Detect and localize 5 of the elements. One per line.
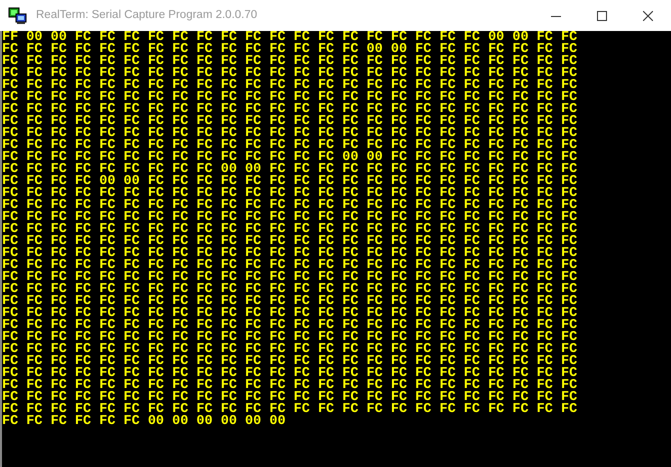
terminal-line: FC FC FC FC FC FC 00 00 00 00 00 00 xyxy=(2,414,286,429)
window-title: RealTerm: Serial Capture Program 2.0.0.70 xyxy=(36,8,258,23)
maximize-icon xyxy=(597,10,607,20)
close-icon xyxy=(643,10,653,20)
app-icon xyxy=(8,6,28,24)
